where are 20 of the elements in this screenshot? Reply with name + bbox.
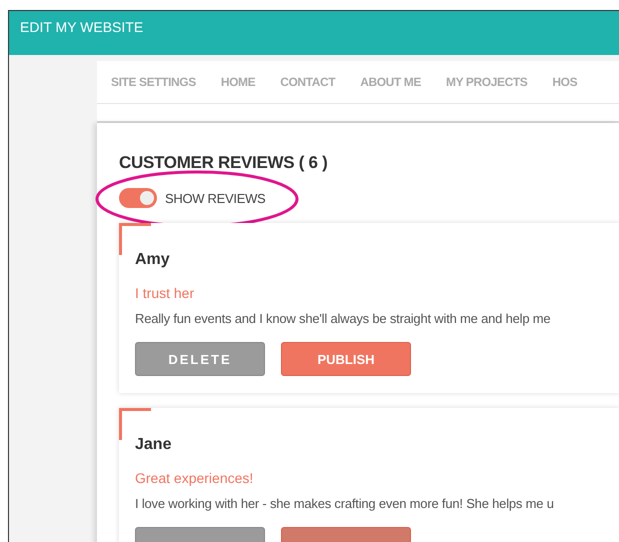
review-headline: Great experiences! (135, 470, 254, 486)
section-title: CUSTOMER REVIEWS ( 6 ) (119, 153, 328, 173)
delete-button[interactable]: DELETE (135, 342, 265, 376)
reviewer-name: Amy (135, 251, 171, 269)
toggle-label: SHOW REVIEWS (165, 190, 266, 206)
review-headline: I trust her (135, 285, 196, 301)
nav-tab[interactable]: ABOUT ME (360, 75, 421, 89)
nav-tab[interactable]: MY PROJECTS (446, 75, 528, 89)
nav-tab[interactable]: HOS (552, 75, 578, 89)
corner-accent-icon (119, 408, 151, 440)
corner-accent-icon (119, 223, 151, 255)
nav-tab[interactable]: HOME (220, 75, 256, 89)
review-text: Really fun events and I know she'll always be straight with me and help me (135, 311, 552, 326)
app-title: EDIT MY WEBSITE (20, 19, 144, 35)
nav-tab[interactable]: SITE SETTINGS (111, 75, 196, 89)
reviewer-name: Jane (135, 436, 172, 454)
review-text: I love working with her - she makes crafting even more fun! She helps me u (135, 496, 555, 511)
nav-tab[interactable]: CONTACT (280, 75, 336, 89)
publish-button[interactable]: PUBLISH (281, 342, 411, 376)
toggle-switch[interactable] (119, 188, 157, 208)
